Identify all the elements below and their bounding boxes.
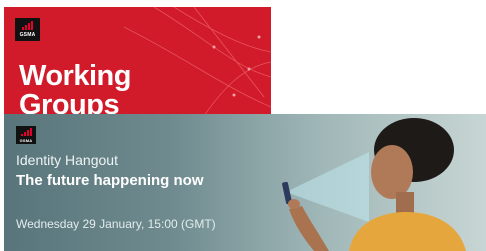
working-groups-banner[interactable]: GSMA Working Groups: [4, 7, 271, 116]
title-line-1: Working: [19, 60, 131, 92]
face: [371, 145, 413, 199]
banner-title: Working Groups: [19, 60, 131, 117]
gsma-logo: GSMA: [15, 18, 40, 41]
identity-hangout-banner[interactable]: GSMA Identity Hangout The future happeni…: [4, 114, 486, 251]
woman-face-scan-illustration: [282, 118, 466, 251]
title-line-2: Groups: [19, 89, 120, 117]
signal-bars-icon: [22, 21, 33, 30]
gsma-logo-text: GSMA: [19, 32, 36, 38]
